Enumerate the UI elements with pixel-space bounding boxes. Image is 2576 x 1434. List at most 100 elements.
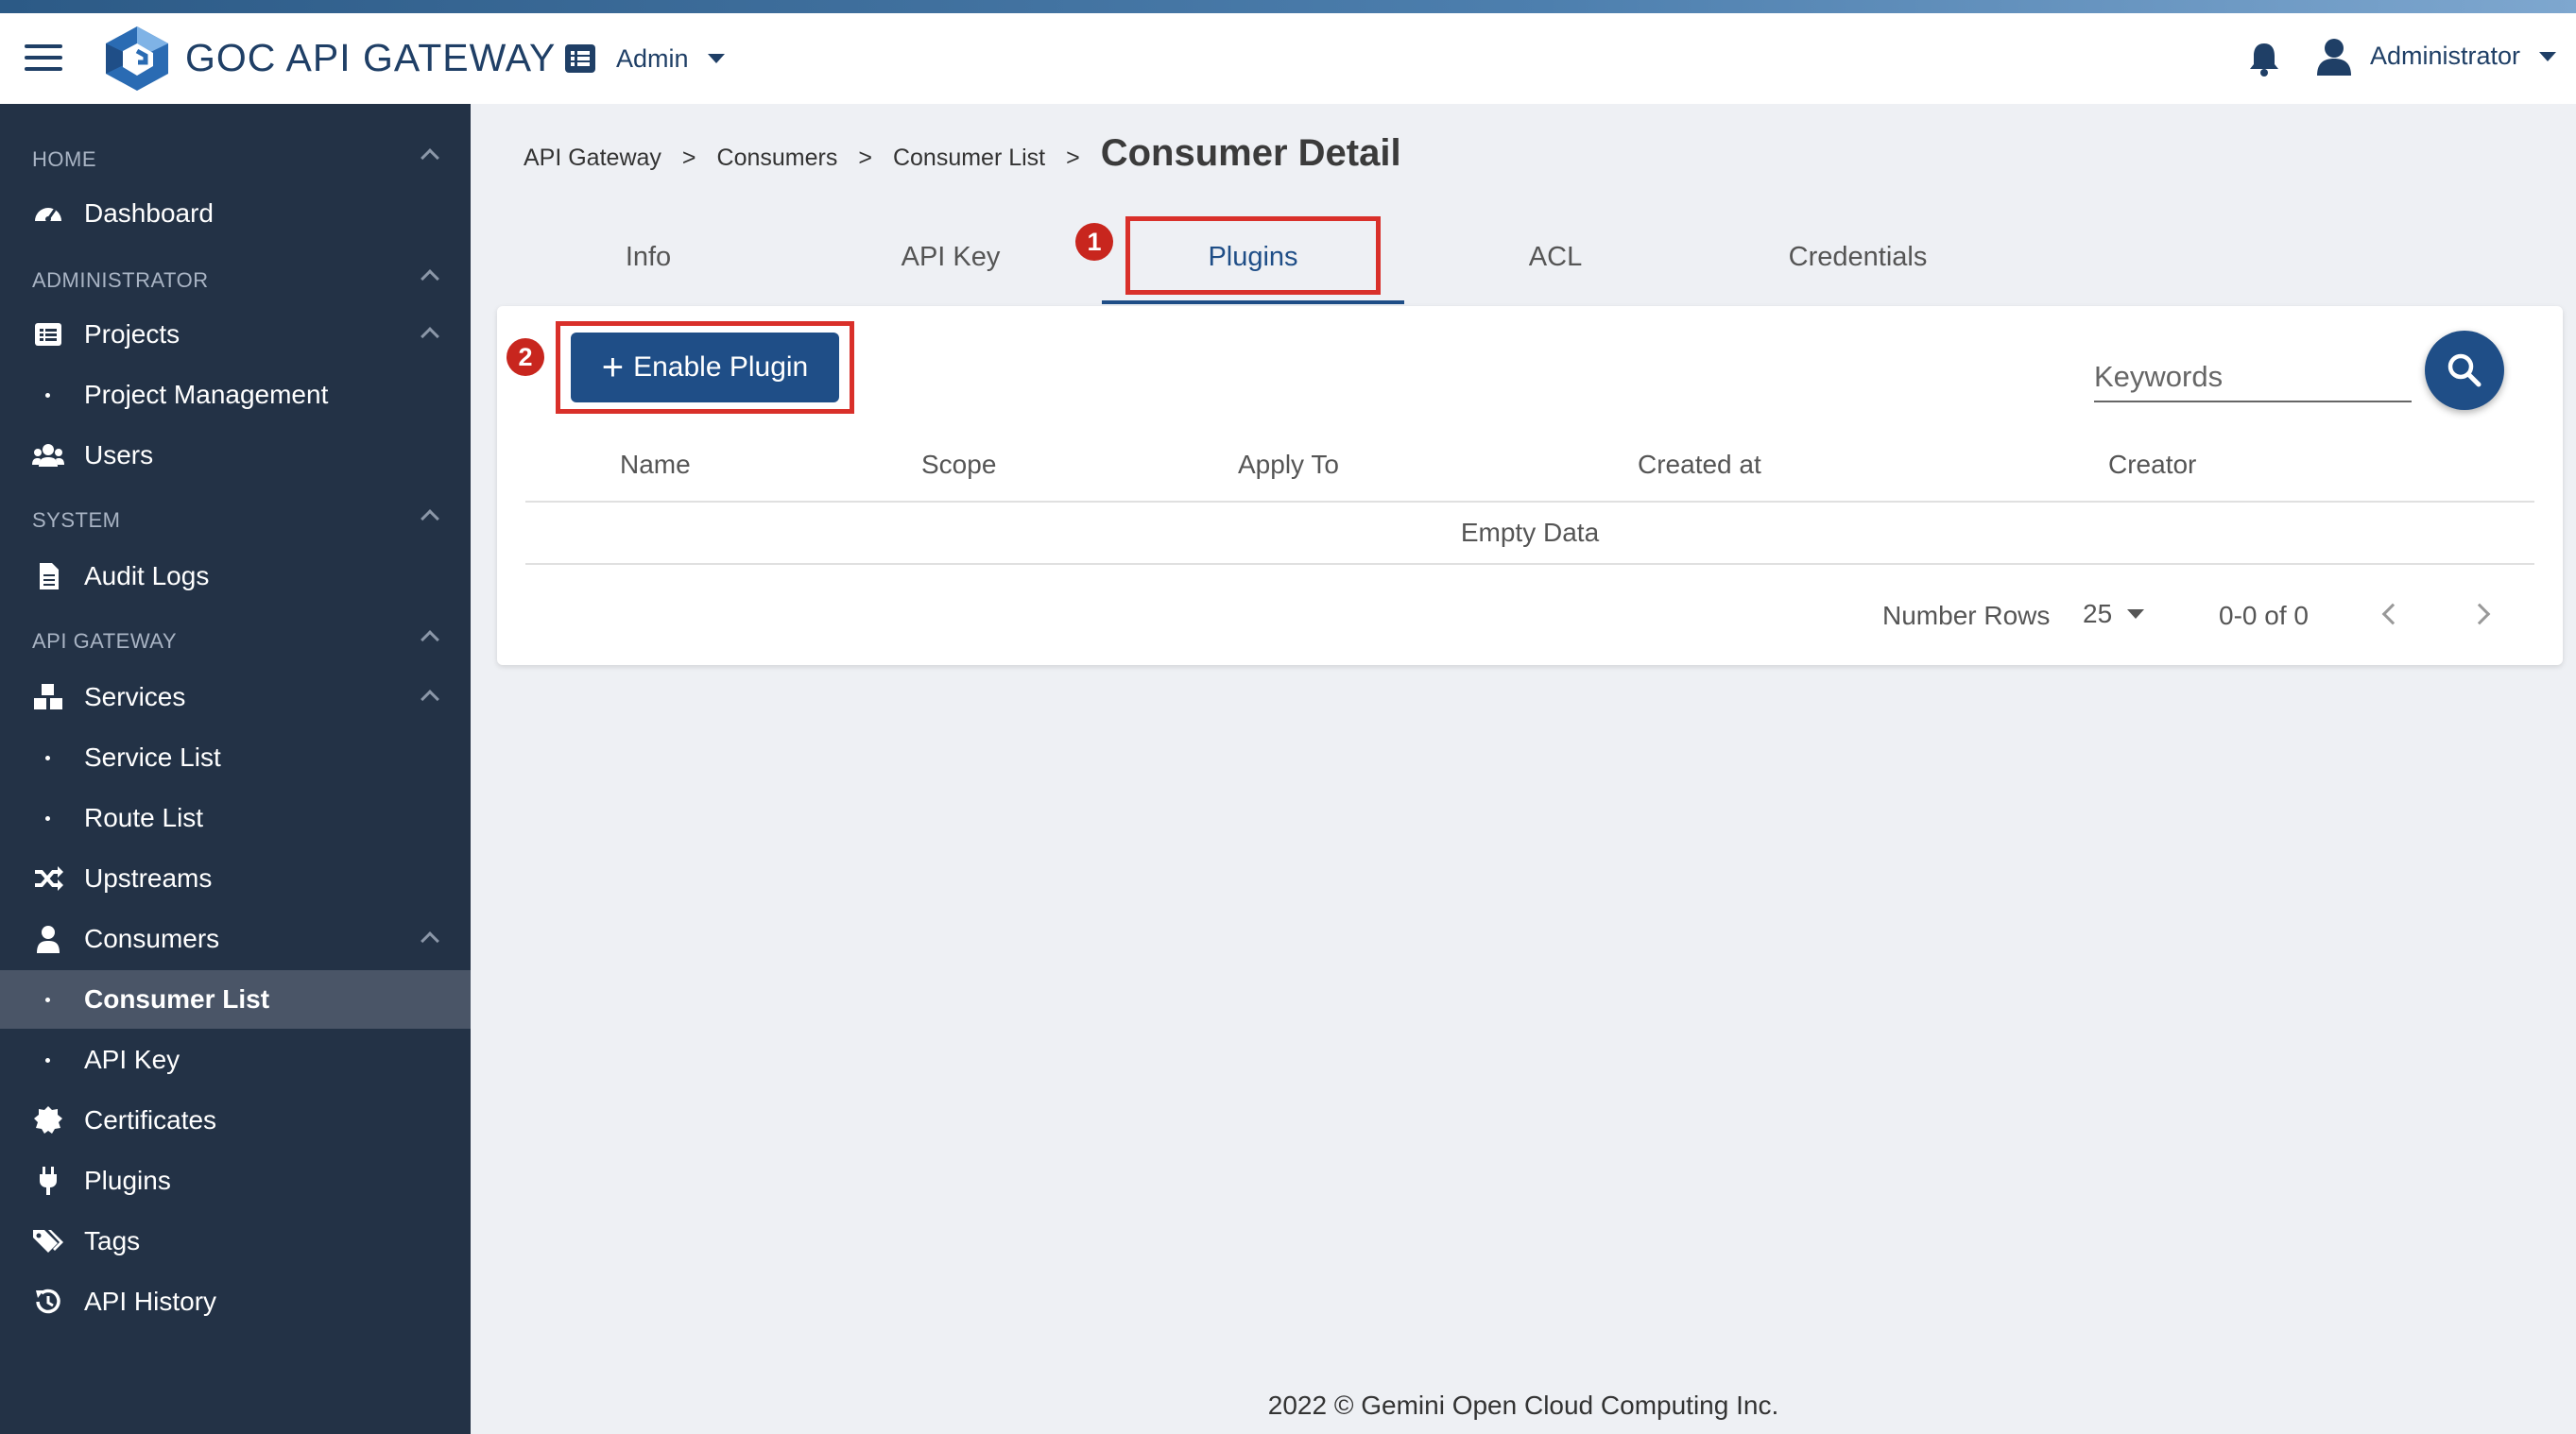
top-accent-strip [0,0,2576,13]
sidebar-item-api-history[interactable]: API History [0,1272,471,1331]
rows-per-page-value: 25 [2083,599,2113,628]
list-icon [35,323,61,346]
next-page-icon[interactable] [2468,603,2491,625]
sidebar-item-label: Route List [84,803,204,832]
top-header: GOC API GATEWAY Admin Administrator [0,13,2576,104]
sidebar-section-api-gateway: API GATEWAY [32,629,178,653]
user-icon [37,926,60,953]
previous-page-icon[interactable] [2381,603,2404,625]
tab-api-key[interactable]: API Key [799,242,1102,273]
document-icon [40,563,59,589]
sidebar-item-label: Consumers [84,924,220,953]
user-menu[interactable]: Administrator [2370,42,2557,71]
breadcrumb-separator: > [858,145,872,171]
sidebar-item-users[interactable]: Users [0,426,471,485]
column-header-creator[interactable]: Creator [2108,450,2196,480]
sidebar-item-label: Users [84,440,154,469]
sidebar-item-label: Dashboard [84,198,214,228]
active-tab-indicator [1102,300,1404,304]
sidebar-item-label: Audit Logs [84,561,210,590]
breadcrumb-separator: > [681,145,696,171]
menu-icon[interactable] [25,44,62,73]
breadcrumb-consumers[interactable]: Consumers [717,145,838,172]
chevron-down-icon [2539,51,2557,61]
sidebar-item-certificates[interactable]: Certificates [0,1091,471,1150]
column-header-scope[interactable]: Scope [921,450,996,480]
sidebar-item-tags[interactable]: Tags [0,1212,471,1271]
chevron-down-icon [2127,609,2145,619]
brand-title: GOC API GATEWAY [185,36,557,79]
cubes-icon [34,684,62,709]
search-icon [2447,353,2482,387]
column-header-created-at[interactable]: Created at [1638,450,1761,480]
tab-acl[interactable]: ACL [1404,242,1707,273]
chevron-up-icon [421,931,439,950]
sidebar-item-service-list[interactable]: Service List [0,728,471,787]
pagination-range: 0-0 of 0 [2219,601,2309,630]
sidebar-item-dashboard[interactable]: Dashboard [0,184,471,243]
sidebar-section-home: HOME [32,147,96,171]
search-button[interactable] [2425,331,2504,410]
highlight-box-plugins-tab [1125,216,1381,295]
table-divider [525,563,2534,565]
step-badge-2: 2 [507,338,544,376]
page-title: Consumer Detail [1100,132,1401,174]
bullet-icon [45,997,50,1002]
sidebar-item-consumer-list[interactable]: Consumer List [0,970,471,1029]
plug-icon [40,1167,57,1195]
user-name: Administrator [2370,42,2521,70]
breadcrumb-separator: > [1066,145,1080,171]
users-icon [32,444,64,467]
user-icon[interactable] [2317,38,2351,76]
sidebar-item-label: Tags [84,1226,141,1255]
sidebar-item-label: Project Management [84,380,329,409]
bell-icon[interactable] [2245,40,2283,77]
sidebar: HOME Dashboard ADMINISTRATOR Projects Pr… [0,104,471,1434]
list-icon [565,44,595,73]
tab-info[interactable]: Info [497,242,799,273]
sidebar-item-api-key[interactable]: API Key [0,1031,471,1089]
sidebar-section-system: SYSTEM [32,508,121,532]
empty-data-message: Empty Data [1460,518,1600,547]
breadcrumb: API Gateway > Consumers > Consumer List … [524,132,1401,175]
chevron-up-icon[interactable] [421,630,439,649]
project-selector-label: Admin [616,43,689,73]
chevron-down-icon [707,54,725,63]
chevron-up-icon[interactable] [421,148,439,167]
rows-per-page-select[interactable]: 25 [2083,599,2145,629]
sidebar-item-project-management[interactable]: Project Management [0,366,471,424]
chevron-up-icon[interactable] [421,269,439,288]
highlight-box-enable-plugin [556,321,854,414]
column-header-apply-to[interactable]: Apply To [1238,450,1339,480]
sidebar-item-label: Plugins [84,1166,171,1195]
keywords-input[interactable] [2094,353,2412,402]
project-selector[interactable]: Admin [565,38,725,79]
bullet-icon [45,392,50,398]
sidebar-item-label: Consumer List [84,984,270,1014]
sidebar-item-route-list[interactable]: Route List [0,789,471,847]
sidebar-item-label: API Key [84,1045,180,1074]
plugins-card: + Enable Plugin 2 Name Scope Apply To Cr… [497,306,2563,665]
sidebar-item-label: Services [84,682,186,711]
sidebar-item-upstreams[interactable]: Upstreams [0,849,471,908]
tags-icon [33,1230,63,1253]
sidebar-item-label: Service List [84,743,221,772]
sidebar-section-administrator: ADMINISTRATOR [32,268,209,292]
breadcrumb-api-gateway[interactable]: API Gateway [524,145,661,172]
sidebar-item-consumers[interactable]: Consumers [0,910,471,968]
sidebar-item-plugins[interactable]: Plugins [0,1152,471,1210]
breadcrumb-consumer-list[interactable]: Consumer List [893,145,1045,172]
bullet-icon [45,815,50,821]
sidebar-item-services[interactable]: Services [0,668,471,726]
sidebar-item-audit-logs[interactable]: Audit Logs [0,547,471,606]
sidebar-item-projects[interactable]: Projects [0,305,471,364]
column-header-name[interactable]: Name [620,450,691,480]
tab-credentials[interactable]: Credentials [1707,242,2009,273]
sidebar-item-label: Projects [84,319,180,349]
rows-per-page-label: Number Rows [1882,601,2051,630]
shuffle-icon [35,866,63,891]
table-divider [525,501,2534,503]
chevron-up-icon[interactable] [421,509,439,528]
sidebar-item-label: API History [84,1287,217,1316]
history-icon [36,1289,60,1314]
